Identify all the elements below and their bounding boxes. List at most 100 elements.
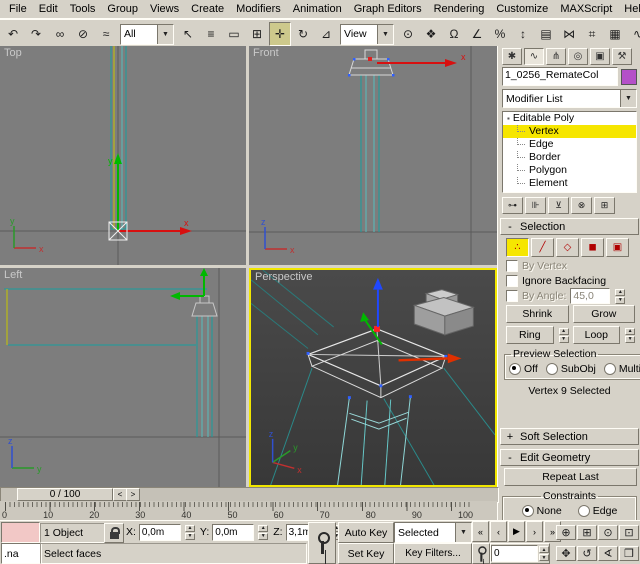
window-crossing-icon[interactable]: ⊞ bbox=[246, 22, 268, 46]
preview-selection-radio[interactable]: SubObj bbox=[546, 363, 596, 375]
pin-stack-icon[interactable]: ⊶ bbox=[502, 197, 523, 214]
viewport-top-label[interactable]: Top bbox=[4, 47, 22, 59]
timeline-ruler[interactable]: 0102030405060708090100 bbox=[0, 501, 497, 521]
loop-button[interactable]: Loop bbox=[573, 326, 621, 344]
edge-subobject-button[interactable]: ╱ bbox=[531, 238, 554, 257]
key-filters-button[interactable]: Key Filters... bbox=[394, 543, 472, 564]
stack-item-editable-poly[interactable]: ▪ Editable Poly bbox=[503, 112, 636, 125]
transform-gizmo[interactable]: x y bbox=[108, 153, 192, 235]
next-frame-button[interactable]: › bbox=[526, 521, 543, 542]
menu-item[interactable]: File bbox=[3, 2, 33, 16]
hierarchy-tab[interactable]: ⋔ bbox=[546, 48, 566, 65]
object-color-swatch[interactable] bbox=[621, 69, 637, 85]
menu-item[interactable]: Animation bbox=[287, 2, 348, 16]
select-and-link-icon[interactable]: ∞ bbox=[49, 22, 71, 46]
element-subobject-button[interactable]: ▣ bbox=[606, 238, 629, 257]
preview-selection-radio[interactable]: Multi bbox=[604, 363, 640, 375]
radio-icon[interactable] bbox=[604, 363, 616, 375]
selection-lock-toggle[interactable] bbox=[104, 523, 124, 543]
show-end-result-icon[interactable]: ⊪ bbox=[525, 197, 546, 214]
previous-frame-button[interactable]: ‹ bbox=[490, 521, 507, 542]
maxscript-listener-field[interactable]: .na bbox=[1, 543, 42, 564]
menu-item[interactable]: Tools bbox=[64, 2, 102, 16]
checkbox[interactable] bbox=[506, 275, 518, 287]
dropdown-arrow-icon[interactable]: ▼ bbox=[157, 25, 173, 44]
by-angle-spinner[interactable]: ▲▼ bbox=[615, 289, 625, 304]
coordinate-field[interactable]: 0,0m bbox=[139, 524, 181, 541]
menu-item[interactable]: Views bbox=[144, 2, 185, 16]
dropdown-arrow-icon[interactable]: ▼ bbox=[455, 523, 471, 542]
curve-editor-icon[interactable]: ∿ bbox=[627, 22, 640, 46]
select-and-move-icon[interactable]: ✛ bbox=[269, 22, 291, 46]
named-selection-sets-icon[interactable]: ▤ bbox=[535, 22, 557, 46]
auto-key-button[interactable]: Auto Key bbox=[338, 522, 394, 543]
min-max-toggle-icon[interactable]: ❒ bbox=[619, 546, 639, 561]
motion-tab[interactable]: ◎ bbox=[568, 48, 588, 65]
undo-icon[interactable]: ↶ bbox=[2, 22, 24, 46]
select-by-name-icon[interactable]: ≡ bbox=[200, 22, 222, 46]
menu-item[interactable]: Customize bbox=[490, 2, 554, 16]
menu-item[interactable]: Edit bbox=[33, 2, 64, 16]
set-keys-button[interactable] bbox=[308, 522, 336, 564]
box-object[interactable] bbox=[414, 290, 473, 335]
soft-selection-rollout-header[interactable]: + Soft Selection bbox=[500, 428, 639, 445]
play-button[interactable]: ▶ bbox=[508, 521, 525, 542]
menu-item[interactable]: Rendering bbox=[428, 2, 491, 16]
dropdown-arrow-icon[interactable]: ▼ bbox=[620, 90, 636, 107]
menu-item[interactable]: Modifiers bbox=[230, 2, 287, 16]
rectangular-selection-region-icon[interactable]: ▭ bbox=[223, 22, 245, 46]
modifier-list-dropdown[interactable]: Modifier List ▼ bbox=[502, 89, 637, 108]
stack-subobject-item[interactable]: Border bbox=[503, 151, 636, 164]
time-slider[interactable]: 0 / 100 bbox=[17, 488, 113, 501]
checkbox-row[interactable]: By Vertex bbox=[506, 260, 635, 272]
arc-rotate-icon[interactable]: ↺ bbox=[577, 546, 597, 561]
coordinate-spinner[interactable]: ▲▼ bbox=[185, 525, 195, 540]
go-to-start-button[interactable]: « bbox=[472, 521, 489, 542]
coordinate-field[interactable]: 0,0m bbox=[212, 524, 254, 541]
checkbox-row[interactable]: Ignore Backfacing bbox=[506, 275, 635, 287]
angle-snap-icon[interactable]: ∠ bbox=[466, 22, 488, 46]
slider-next-button[interactable]: > bbox=[126, 488, 140, 501]
radio-icon[interactable] bbox=[522, 505, 534, 517]
stack-subobject-item[interactable]: Edge bbox=[503, 138, 636, 151]
snap-toggle-icon[interactable]: Ω bbox=[443, 22, 465, 46]
viewport-front-label[interactable]: Front bbox=[253, 47, 279, 59]
stack-subobject-item[interactable]: Vertex bbox=[503, 125, 636, 138]
menu-item[interactable]: Help bbox=[618, 2, 640, 16]
menu-item[interactable]: Group bbox=[101, 2, 144, 16]
edit-geometry-rollout-header[interactable]: - Edit Geometry bbox=[500, 449, 639, 466]
reference-coordinate-system-dropdown[interactable]: View ▼ bbox=[340, 24, 394, 45]
mirror-icon[interactable]: ⋈ bbox=[558, 22, 580, 46]
radio-icon[interactable] bbox=[578, 505, 590, 517]
create-tab[interactable]: ✱ bbox=[502, 48, 522, 65]
display-tab[interactable]: ▣ bbox=[590, 48, 610, 65]
zoom-icon[interactable]: ⊕ bbox=[556, 525, 576, 540]
viewport-top[interactable]: Top x y bbox=[0, 46, 246, 265]
utilities-tab[interactable]: ⚒ bbox=[612, 48, 632, 65]
selection-filter-dropdown[interactable]: All ▼ bbox=[120, 24, 174, 45]
zoom-extents-all-icon[interactable]: ⊡ bbox=[619, 525, 639, 540]
viewport-front[interactable]: Front bbox=[249, 46, 497, 265]
layer-manager-icon[interactable]: ▦ bbox=[604, 22, 626, 46]
shrink-button[interactable]: Shrink bbox=[506, 305, 569, 323]
key-mode-toggle[interactable] bbox=[472, 543, 490, 564]
select-object-icon[interactable]: ↖ bbox=[177, 22, 199, 46]
bind-to-spacewarp-icon[interactable]: ≈ bbox=[95, 22, 117, 46]
spinner-snap-icon[interactable]: ↕ bbox=[512, 22, 534, 46]
radio-icon[interactable] bbox=[509, 363, 521, 375]
object-name-field[interactable]: 1_0256_RemateCol bbox=[502, 67, 618, 86]
stack-subobject-item[interactable]: Element bbox=[503, 177, 636, 190]
make-unique-icon[interactable]: ⊻ bbox=[548, 197, 569, 214]
stack-subobject-item[interactable]: Polygon bbox=[503, 164, 636, 177]
constraints-radio[interactable]: None bbox=[522, 505, 562, 517]
zoom-all-icon[interactable]: ⊞ bbox=[577, 525, 597, 540]
pan-icon[interactable]: ✥ bbox=[556, 546, 576, 561]
polygon-subobject-button[interactable]: ◼ bbox=[581, 238, 604, 257]
menu-item[interactable]: Create bbox=[185, 2, 230, 16]
zoom-extents-icon[interactable]: ⊙ bbox=[598, 525, 618, 540]
border-subobject-button[interactable]: ◇ bbox=[556, 238, 579, 257]
preview-selection-radio[interactable]: Off bbox=[509, 363, 538, 375]
grow-button[interactable]: Grow bbox=[573, 305, 636, 323]
percent-snap-icon[interactable]: % bbox=[489, 22, 511, 46]
select-and-manipulate-icon[interactable]: ❖ bbox=[420, 22, 442, 46]
